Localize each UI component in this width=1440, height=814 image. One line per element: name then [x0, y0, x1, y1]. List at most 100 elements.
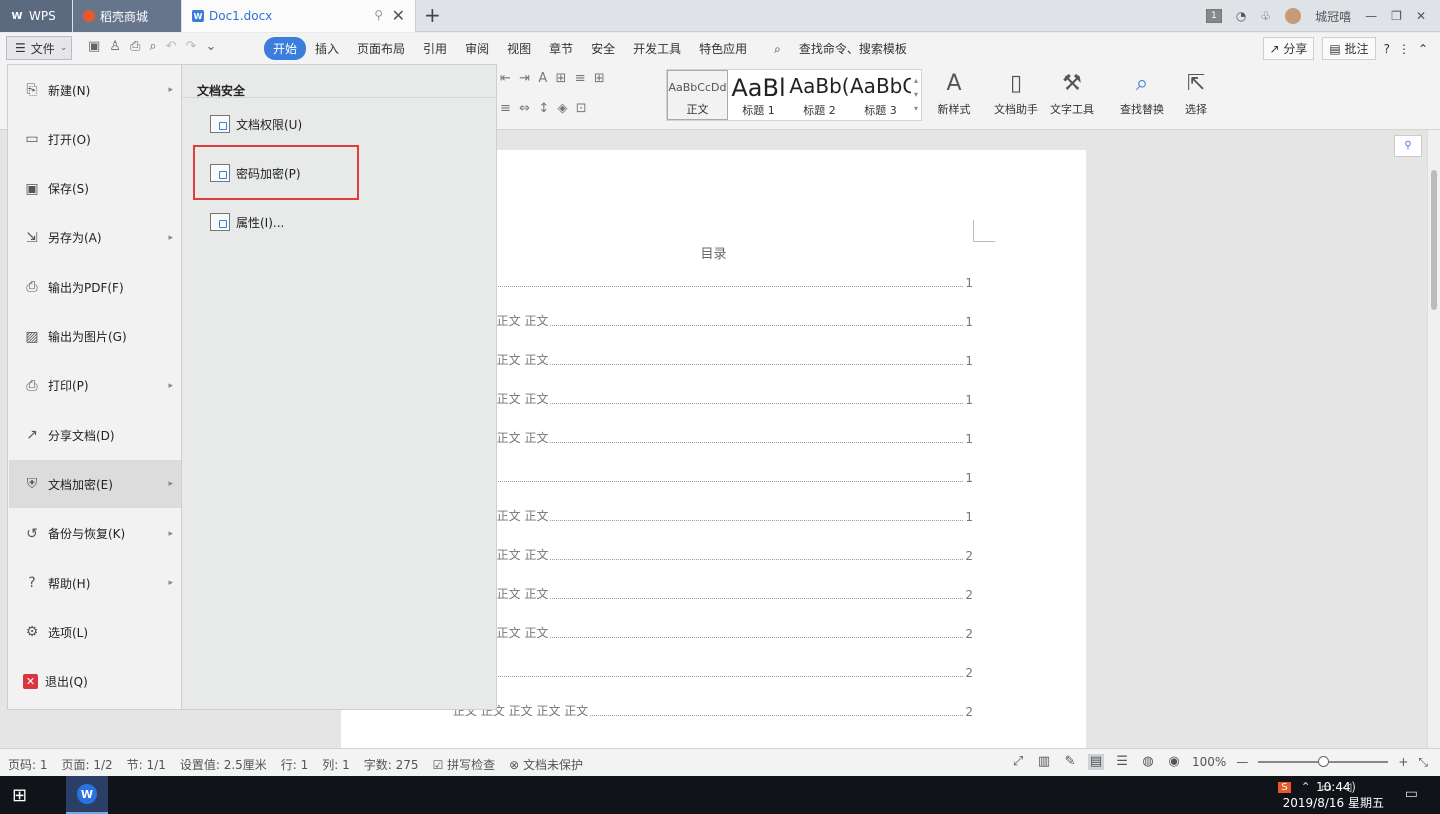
fit-icon[interactable]: ⤡ — [1418, 755, 1428, 770]
toc-line[interactable]: 标题1 — [453, 470, 973, 485]
file-menu-item[interactable]: ▨ 输出为图片(G) — [9, 313, 181, 361]
vertical-scrollbar[interactable] — [1427, 130, 1440, 748]
page-indicator[interactable]: 页面: 1/2 — [62, 756, 113, 773]
protect-status[interactable]: ⊗ 文档未保护 — [509, 756, 583, 773]
tab-developer[interactable]: 开发工具 — [624, 37, 690, 60]
file-menu-button[interactable]: ☰ 文件 ⌄ — [6, 36, 72, 60]
pinyin-icon[interactable]: ⊞ — [556, 71, 567, 86]
doc-permission-item[interactable]: 文档权限(U) — [210, 112, 302, 136]
file-menu-item[interactable]: ↺ 备份与恢复(K) ▸ — [9, 510, 181, 558]
tab-view[interactable]: 视图 — [498, 37, 540, 60]
doc-assistant-button[interactable]: ▯ 文档助手 — [988, 71, 1044, 117]
clock[interactable]: 10:44 2019/8/16 星期五 — [1283, 779, 1384, 811]
outdent-icon[interactable]: ⇥ — [519, 71, 530, 86]
save-icon[interactable]: ▣ — [88, 39, 100, 54]
file-menu-item[interactable]: ⎙ 打印(P) ▸ — [9, 362, 181, 410]
select-button[interactable]: ⇱ 选择 — [1168, 71, 1224, 117]
pin-icon[interactable]: ⚲ — [374, 8, 383, 22]
spell-check-button[interactable]: ☑ 拼写检查 — [433, 756, 496, 773]
eye-protect-icon[interactable]: ◉ — [1166, 754, 1182, 770]
toc-line[interactable]: 文 正文 正文 正文 1 — [453, 392, 973, 407]
command-search[interactable]: ⌕ 查找命令、搜索模板 — [756, 37, 925, 60]
avatar[interactable] — [1285, 8, 1302, 24]
tab-insert[interactable]: 插入 — [306, 37, 348, 60]
style-scroll[interactable]: ▴ ▾ ▾ — [911, 70, 921, 120]
zoom-in-icon[interactable]: + — [1398, 755, 1408, 769]
toc-line[interactable]: 文 正文 正文 正文 2 — [453, 548, 973, 563]
customize-icon[interactable]: ⌄ — [205, 39, 216, 54]
toc-line[interactable]: 文 正文 正文 正文 1 — [453, 353, 973, 368]
distributed-icon[interactable]: ⇔ — [519, 101, 530, 116]
file-menu-item[interactable]: ⎘ 新建(N) ▸ — [9, 66, 181, 114]
col-indicator[interactable]: 列: 1 — [322, 756, 350, 773]
windows-start-icon[interactable]: ⊞ — [12, 785, 27, 806]
print-icon[interactable]: ⎙ — [130, 39, 140, 54]
user-name[interactable]: 城冠嘻 — [1315, 8, 1351, 25]
style-heading-3[interactable]: AaBbC 标题 3 — [850, 70, 911, 120]
write-mode-icon[interactable]: ✎ — [1062, 754, 1078, 770]
comment-button[interactable]: ▤ 批注 — [1322, 37, 1376, 60]
file-menu-item[interactable]: ⛨ 文档加密(E) ▸ — [9, 460, 181, 509]
setting-value[interactable]: 设置值: 2.5厘米 — [180, 756, 267, 773]
word-count[interactable]: 字数: 275 — [364, 756, 419, 773]
zoom-slider[interactable] — [1258, 756, 1389, 767]
collapse-ribbon-icon[interactable]: ⌃ — [1418, 42, 1428, 56]
tab-document[interactable]: W Doc1.docx ⚲ ✕ — [182, 0, 416, 32]
close-tab-icon[interactable]: ✕ — [392, 6, 405, 25]
shading-icon[interactable]: ◈ — [558, 101, 568, 116]
style-normal[interactable]: AaBbCcDd 正文 — [667, 70, 728, 120]
toc-line[interactable]: 文 正文 正文 正文 1 — [453, 431, 973, 446]
toc-line[interactable]: 文 正文 正文 正文 1 — [453, 509, 973, 524]
file-menu-item[interactable]: ⇲ 另存为(A) ▸ — [9, 214, 181, 262]
page-count-badge[interactable]: 1 — [1205, 9, 1222, 23]
row-indicator[interactable]: 行: 1 — [281, 756, 309, 773]
file-menu-item[interactable]: ▣ 保存(S) — [9, 165, 181, 213]
spacing-icon[interactable]: ↕ — [538, 101, 549, 116]
tab-security[interactable]: 安全 — [582, 37, 624, 60]
find-replace-button[interactable]: ⌕ 查找替换 — [1114, 71, 1170, 117]
redo-icon[interactable]: ↷ — [186, 39, 197, 54]
file-menu-item[interactable]: ? 帮助(H) ▸ — [9, 559, 181, 607]
zoom-out-icon[interactable]: — — [1236, 755, 1248, 769]
new-style-button[interactable]: A 新样式 — [926, 71, 982, 117]
toc-line[interactable]: 文 正文 正文 正文 1 — [453, 314, 973, 329]
tab-wps-home[interactable]: W WPS — [0, 0, 72, 32]
minimize-icon[interactable]: — — [1365, 9, 1377, 23]
page-view-icon[interactable]: ▤ — [1088, 754, 1105, 770]
read-mode-icon[interactable]: ▥ — [1036, 754, 1052, 770]
taskbar-wps-app[interactable]: W — [66, 776, 108, 814]
help-icon[interactable]: ? — [1384, 42, 1390, 56]
page-code[interactable]: 页码: 1 — [8, 756, 48, 773]
tab-special[interactable]: 特色应用 — [690, 37, 756, 60]
zoom-level[interactable]: 100% — [1192, 755, 1226, 769]
cloud-icon[interactable]: ◔ — [1236, 9, 1246, 23]
align-icon[interactable]: ≡ — [500, 101, 511, 116]
file-menu-item[interactable]: ⎙ 输出为PDF(F) — [9, 263, 181, 311]
file-menu-item[interactable]: ✕ 退出(Q) — [9, 658, 181, 706]
more-icon[interactable]: ⋮ — [1398, 42, 1410, 56]
section-indicator[interactable]: 节: 1/1 — [127, 756, 166, 773]
web-view-icon[interactable]: ◍ — [1140, 754, 1156, 770]
style-heading-2[interactable]: AaBb( 标题 2 — [789, 70, 850, 120]
format-painter-icon[interactable]: ♙ — [109, 39, 121, 54]
file-menu-item[interactable]: ⚙ 选项(L) — [9, 608, 181, 656]
tab-review[interactable]: 审阅 — [456, 37, 498, 60]
location-pin-icon[interactable]: ⚲ — [1394, 135, 1422, 157]
zoom-slider-knob[interactable] — [1318, 756, 1330, 767]
toc-line[interactable]: 1 — [453, 276, 973, 290]
toc-line[interactable]: 文 正文 正文 正文 2 — [453, 626, 973, 641]
file-menu-item[interactable]: ▭ 打开(O) — [9, 115, 181, 163]
fullscreen-icon[interactable]: ⤢ — [1010, 754, 1026, 770]
file-menu-item[interactable]: ↗ 分享文档(D) — [9, 411, 181, 459]
tab-docer-store[interactable]: 稻壳商城 — [73, 0, 181, 32]
properties-item[interactable]: 属性(I)... — [210, 210, 284, 234]
text-tools-button[interactable]: ⚒ 文字工具 — [1044, 71, 1100, 117]
new-tab-button[interactable]: + — [424, 3, 441, 27]
print-preview-icon[interactable]: ⌕ — [149, 39, 156, 54]
toc-line[interactable]: 文 正文 正文 正文 2 — [453, 587, 973, 602]
indent-icon[interactable]: ⇤ — [500, 71, 511, 86]
toc-line[interactable]: 正文 正文 正文 正文 正文 2 — [453, 704, 973, 719]
restore-icon[interactable]: ❐ — [1391, 9, 1402, 23]
font-size-icon[interactable]: A — [538, 71, 547, 86]
tab-home[interactable]: 开始 — [264, 37, 307, 60]
